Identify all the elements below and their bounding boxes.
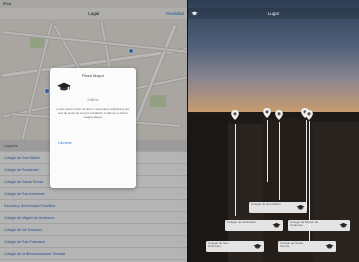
place-card-label: Colegio de Santa Teresa xyxy=(280,241,304,249)
place-card-label: Colegio de Santander xyxy=(227,220,257,224)
map-pin-icon[interactable] xyxy=(305,110,313,120)
popup-title: Plaza Mayor xyxy=(81,73,105,78)
split-divider xyxy=(187,0,188,262)
graduation-cap-icon xyxy=(57,82,71,91)
place-card[interactable]: Colegio de San Martín xyxy=(249,202,307,213)
graduation-cap-icon xyxy=(253,243,262,249)
place-card[interactable]: Colegio de Santander xyxy=(225,220,283,231)
popup-subtitle: Edificio xyxy=(87,98,99,102)
map-pin-icon[interactable] xyxy=(231,110,239,120)
place-popup: Plaza Mayor Edificio Lorem ipsum dolor s… xyxy=(50,68,136,188)
place-card-label: Colegio de San Martín xyxy=(251,202,281,206)
map-pin-icon[interactable] xyxy=(275,110,283,120)
place-card[interactable]: Colegio de Santa Teresa xyxy=(278,241,336,252)
popup-description: Lorem ipsum dolor sit amet, consectetur … xyxy=(56,107,130,119)
ar-nav-bar: Lugar xyxy=(188,8,359,19)
pin-stem xyxy=(267,120,268,182)
pin-stem xyxy=(235,124,236,216)
graduation-cap-icon xyxy=(325,243,334,249)
pin-stem xyxy=(279,122,280,200)
place-card-label: Colegio de San Ambrosio xyxy=(208,241,229,249)
map-pin-icon[interactable] xyxy=(263,108,271,118)
ar-camera-view[interactable]: Lugar Colegio de San Martín Colegio de S… xyxy=(188,0,359,262)
graduation-cap-icon xyxy=(296,204,305,210)
pin-stem xyxy=(306,120,307,208)
ar-nav-title: Lugar xyxy=(267,11,280,16)
place-card-label: Colegio de Miguel de Unamuno xyxy=(290,220,319,228)
building-silhouette xyxy=(188,114,228,262)
place-card[interactable]: Colegio de San Ambrosio xyxy=(206,241,264,252)
skyline xyxy=(188,112,359,262)
place-card[interactable]: Colegio de Miguel de Unamuno xyxy=(288,220,350,231)
graduation-cap-icon xyxy=(339,222,348,228)
go-there-link[interactable]: Llévame xyxy=(58,141,72,145)
graduation-cap-icon xyxy=(272,222,281,228)
graduation-cap-icon[interactable] xyxy=(191,11,198,16)
map-panel: iPad Lugar Realidad Lugares Colegio de S… xyxy=(0,0,188,262)
